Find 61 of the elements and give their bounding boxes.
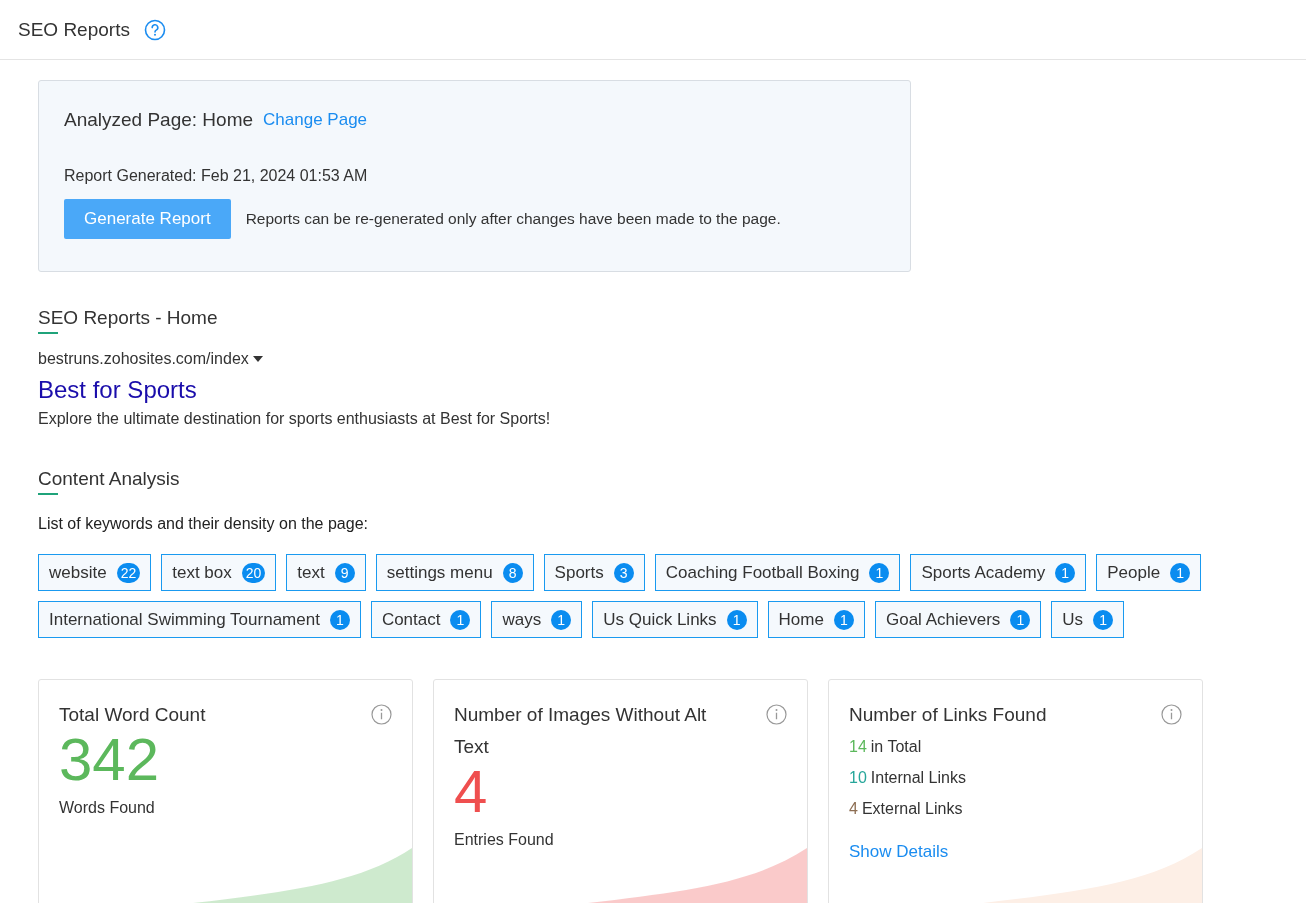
link-count: 4 — [849, 800, 858, 817]
keyword-count-badge: 3 — [613, 562, 634, 583]
keyword-count-badge: 1 — [1010, 609, 1031, 630]
info-icon[interactable] — [766, 704, 787, 725]
keyword-count-badge: 1 — [833, 609, 854, 630]
stat-caption: Entries Found — [454, 831, 555, 849]
keyword-count-badge: 1 — [1170, 562, 1191, 583]
keyword-count-badge: 8 — [502, 562, 523, 583]
stat-value: 4 — [454, 761, 489, 823]
analyzed-page-label: Analyzed Page: Home — [64, 109, 254, 131]
link-count-label: External Links — [861, 800, 963, 817]
keyword-text: Us — [1062, 609, 1084, 630]
link-count-label: Internal Links — [870, 769, 966, 786]
keyword-text: text — [297, 562, 325, 583]
card-title: Number of Images Without Alt Text — [454, 703, 708, 759]
keywords-intro-text: List of keywords and their density on the page: — [38, 515, 369, 533]
show-details-link[interactable]: Show Details — [849, 842, 949, 862]
link-count: 14 — [849, 738, 867, 755]
card-title: Total Word Count — [59, 703, 206, 727]
keyword-count-badge: 1 — [551, 609, 572, 630]
keyword-text: People — [1107, 562, 1161, 583]
link-count: 10 — [849, 769, 867, 786]
keyword-count-badge: 1 — [1093, 609, 1114, 630]
keyword-count-badge: 1 — [1055, 562, 1076, 583]
keyword-text: Sports — [554, 562, 604, 583]
caret-icon[interactable] — [252, 356, 263, 362]
info-icon[interactable] — [1161, 704, 1182, 725]
report-generated-text: Report Generated: Feb 21, 2024 01:53 AM — [64, 167, 369, 185]
keyword-count-badge: 1 — [450, 609, 471, 630]
keyword-text: text box — [172, 562, 232, 583]
page-url: bestruns.zohosites.com/index — [38, 350, 249, 368]
keyword-count-badge: 1 — [726, 609, 747, 630]
keyword-text: Coaching Football Boxing — [665, 562, 860, 583]
info-icon[interactable] — [371, 704, 392, 725]
stat-value: 342 — [59, 729, 161, 791]
keyword-text: Home — [778, 609, 824, 630]
keyword-text: Us Quick Links — [603, 609, 717, 630]
page-title: SEO Reports — [18, 18, 130, 41]
keyword-count-badge: 1 — [869, 562, 890, 583]
section-heading: Content Analysis — [38, 468, 180, 495]
search-result-description: Explore the ultimate destination for sports enthusiasts at Best for Sports! — [38, 410, 552, 428]
change-page-link[interactable]: Change Page — [263, 110, 368, 130]
generate-report-button[interactable]: Generate Report — [64, 199, 231, 239]
keyword-text: International Swimming Tournament — [49, 609, 320, 630]
keyword-text: Sports Academy — [921, 562, 1046, 583]
keyword-count-badge: 1 — [329, 609, 350, 630]
keyword-text: Contact — [381, 609, 441, 630]
search-result-title: Best for Sports — [38, 376, 198, 404]
help-icon[interactable] — [143, 18, 166, 41]
keyword-text: Goal Achievers — [885, 609, 1001, 630]
regenerate-note: Reports can be re-generated only after changes have been made to the page. — [245, 210, 781, 228]
card-title: Number of Links Found — [849, 703, 1047, 727]
keyword-text: ways — [502, 609, 542, 630]
section-heading: SEO Reports - Home — [38, 307, 218, 334]
keyword-count-badge: 22 — [116, 562, 141, 583]
keyword-text: website — [49, 562, 107, 583]
keyword-count-badge: 9 — [334, 562, 355, 583]
keyword-text: settings menu — [386, 562, 493, 583]
keyword-count-badge: 20 — [241, 562, 266, 583]
stat-caption: Words Found — [59, 799, 156, 817]
link-count-label: in Total — [870, 738, 922, 755]
